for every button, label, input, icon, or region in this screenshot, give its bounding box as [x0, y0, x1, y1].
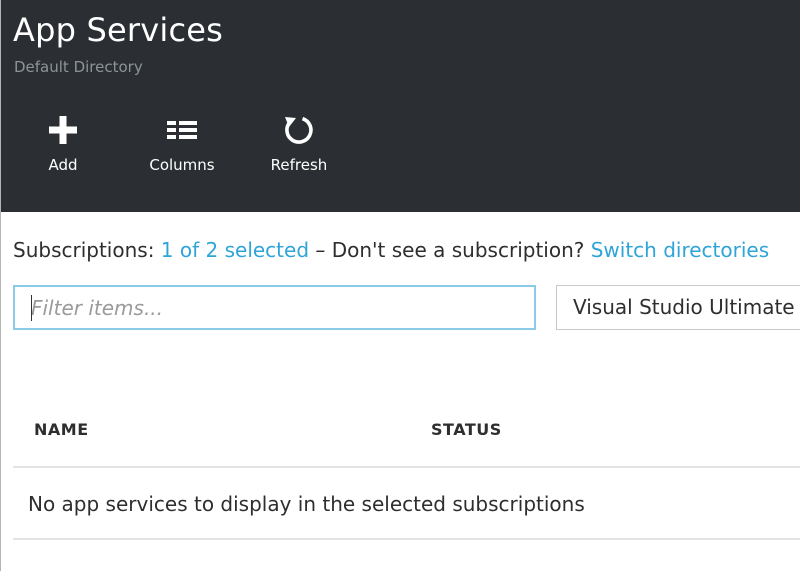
subscriptions-label: Subscriptions:	[13, 238, 155, 262]
columns-label: Columns	[149, 156, 215, 174]
missing-subscription-text: – Don't see a subscription?	[315, 238, 585, 262]
text-caret	[31, 295, 32, 321]
refresh-button[interactable]: Refresh	[263, 110, 335, 180]
empty-state-message: No app services to display in the select…	[28, 492, 585, 516]
directory-subtitle: Default Directory	[14, 58, 143, 76]
subscription-dropdown[interactable]: Visual Studio Ultimate	[556, 285, 800, 330]
page-title: App Services	[13, 11, 224, 49]
add-button[interactable]: Add	[41, 110, 85, 180]
column-header-status[interactable]: STATUS	[431, 419, 502, 441]
plus-icon	[49, 116, 77, 144]
refresh-label: Refresh	[270, 156, 328, 174]
table-header-divider	[13, 466, 800, 468]
blade-header: App Services Default Directory Add Colum…	[1, 0, 800, 212]
refresh-icon	[285, 116, 313, 144]
subscriptions-selected-link[interactable]: 1 of 2 selected	[161, 238, 309, 262]
filter-input[interactable]	[13, 285, 536, 330]
table-row-divider	[13, 538, 800, 540]
columns-button[interactable]: Columns	[139, 110, 225, 180]
switch-directories-link[interactable]: Switch directories	[591, 238, 769, 262]
column-header-name[interactable]: NAME	[34, 419, 89, 441]
columns-icon	[167, 121, 197, 139]
app-services-blade: App Services Default Directory Add Colum…	[0, 0, 800, 571]
add-label: Add	[48, 156, 78, 174]
subscriptions-line: Subscriptions: 1 of 2 selected – Don't s…	[13, 236, 769, 264]
